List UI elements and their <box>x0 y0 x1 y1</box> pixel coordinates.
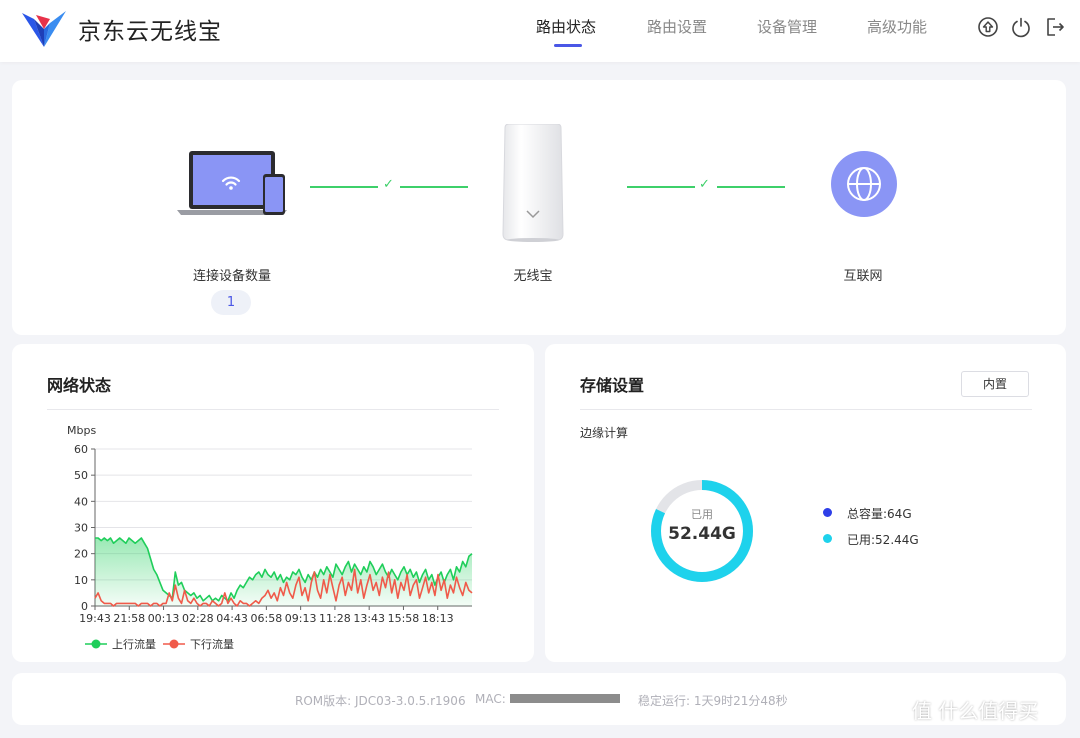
nav-router-status[interactable]: 路由状态 <box>536 16 596 37</box>
x-tick-label: 13:43 <box>353 612 385 625</box>
y-axis-unit-label: Mbps <box>67 424 96 437</box>
x-tick-label: 02:28 <box>182 612 214 625</box>
nav-advanced[interactable]: 高级功能 <box>867 16 927 37</box>
router-device-icon <box>502 124 564 242</box>
network-status-card: 网络状态 Mbps 0 10 20 30 40 50 60 19:43 21:58 00:13 02:… <box>12 344 534 662</box>
watermark-text: 值 什么值得买 <box>912 699 1039 723</box>
edge-computing-label: 边缘计算 <box>580 426 629 440</box>
jdcloud-logo <box>22 11 66 47</box>
y-tick-label: 20 <box>74 548 88 561</box>
x-tick-label: 19:43 <box>79 612 111 625</box>
y-tick-label: 60 <box>74 443 88 456</box>
mac-label: MAC: <box>475 692 506 706</box>
link-ok-icon: ✓ <box>699 177 710 192</box>
y-tick-label: 40 <box>74 495 88 508</box>
connected-devices-label: 连接设备数量 <box>192 269 271 284</box>
x-tick-label: 15:58 <box>388 612 420 625</box>
x-tick-label: 18:13 <box>422 612 454 625</box>
used-capacity-dot <box>823 534 832 543</box>
x-tick-label: 11:28 <box>319 612 351 625</box>
used-capacity-label: 已用:52.44G <box>847 533 919 547</box>
link-line <box>310 186 378 188</box>
brand-title: 京东云无线宝 <box>78 19 222 45</box>
x-tick-label: 21:58 <box>113 612 145 625</box>
y-tick-label: 30 <box>74 522 88 535</box>
legend-label: 下行流量 <box>190 637 234 651</box>
x-tick-label: 04:43 <box>216 612 248 625</box>
mac-redacted-bar <box>510 694 620 703</box>
link-line <box>400 186 468 188</box>
footer-bar: ROM版本: JDC03-3.0.5.r1906 MAC: 稳定运行: 1天9时… <box>12 673 1066 725</box>
link-line <box>627 186 695 188</box>
link-ok-icon: ✓ <box>383 177 394 192</box>
rom-version: ROM版本: JDC03-3.0.5.r1906 <box>295 694 466 708</box>
router-label: 无线宝 <box>513 269 553 284</box>
legend-marker <box>169 639 179 649</box>
power-icon[interactable] <box>1010 16 1032 38</box>
uptime: 稳定运行: 1天9时21分48秒 <box>638 694 788 708</box>
nav-active-indicator <box>554 44 582 47</box>
divider <box>580 409 1032 410</box>
used-value: 52.44G <box>668 524 736 544</box>
internet-globe-icon[interactable] <box>830 150 898 218</box>
legend-marker <box>91 639 101 649</box>
storage-mode-button[interactable]: 内置 <box>961 371 1029 397</box>
network-topology-card: 连接设备数量 1 ✓ 无线宝 ✓ 互联网 <box>12 80 1066 335</box>
upgrade-icon[interactable] <box>977 16 999 38</box>
storage-settings-card: 存储设置 内置 边缘计算 已用 52.44G 总容量:64G 已用:52.44G <box>545 344 1066 662</box>
nav-router-settings[interactable]: 路由设置 <box>647 16 707 37</box>
used-caption: 已用 <box>691 508 713 521</box>
storage-settings-title: 存储设置 <box>580 376 645 395</box>
laptop-phone-icon[interactable] <box>175 148 289 218</box>
nav-device-management[interactable]: 设备管理 <box>757 16 817 37</box>
legend-label: 上行流量 <box>112 637 156 651</box>
internet-label: 互联网 <box>843 269 883 284</box>
total-capacity-dot <box>823 508 832 517</box>
logout-icon[interactable] <box>1044 16 1066 38</box>
total-capacity-label: 总容量:64G <box>847 507 912 521</box>
traffic-line-chart: Mbps010203040506019:43 21:58 00:13 02:28 04:… <box>67 424 473 651</box>
connected-device-count[interactable]: 1 <box>211 290 251 315</box>
top-navbar: 京东云无线宝 路由状态 路由设置 设备管理 高级功能 <box>0 0 1080 62</box>
x-tick-label: 06:58 <box>251 612 283 625</box>
x-tick-label: 00:13 <box>148 612 180 625</box>
x-tick-label: 09:13 <box>285 612 317 625</box>
link-line <box>717 186 785 188</box>
y-tick-label: 10 <box>74 574 88 587</box>
y-tick-label: 50 <box>74 469 88 482</box>
